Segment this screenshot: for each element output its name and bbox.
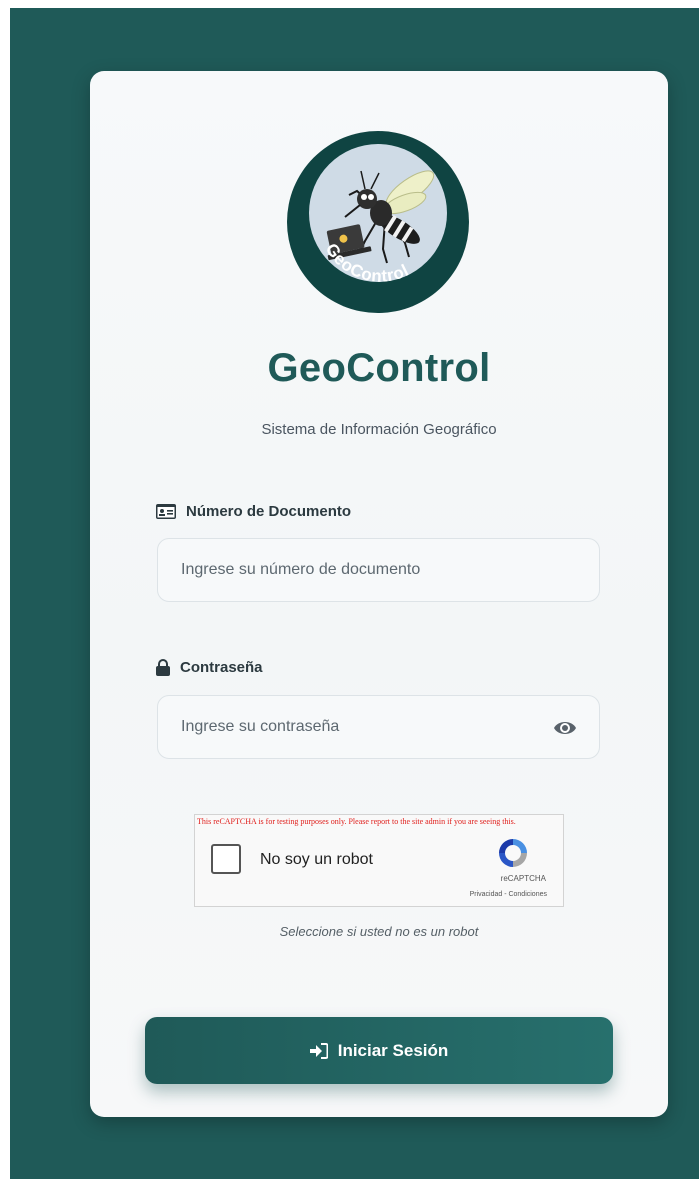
recaptcha-checkbox[interactable] — [211, 844, 241, 874]
login-button[interactable]: Iniciar Sesión — [145, 1017, 613, 1084]
recaptcha-label: No soy un robot — [260, 851, 373, 868]
password-label: Contraseña — [156, 659, 263, 676]
recaptcha-brand: reCAPTCHA — [500, 874, 546, 883]
recaptcha-hint: Seleccione si usted no es un robot — [279, 924, 479, 939]
password-input[interactable] — [158, 696, 599, 758]
recaptcha-links[interactable]: Privacidad - Condiciones — [470, 891, 547, 898]
sign-in-icon — [309, 1042, 328, 1059]
document-label: Número de Documento — [156, 503, 351, 520]
document-field — [157, 538, 600, 602]
app-subtitle: Sistema de Información Geográfico — [261, 421, 497, 438]
recaptcha-test-warning: This reCAPTCHA is for testing purposes o… — [197, 817, 516, 826]
lock-icon — [156, 659, 170, 676]
password-label-text: Contraseña — [180, 659, 263, 676]
document-input[interactable] — [158, 539, 599, 601]
recaptcha-widget: This reCAPTCHA is for testing purposes o… — [194, 814, 564, 907]
eye-icon[interactable] — [553, 718, 577, 738]
geocontrol-logo: GeoControl — [287, 131, 469, 313]
document-label-text: Número de Documento — [186, 503, 352, 520]
recaptcha-logo-icon — [499, 839, 527, 867]
id-card-icon — [156, 504, 176, 519]
login-button-label: Iniciar Sesión — [337, 1040, 449, 1060]
app-title: GeoControl — [267, 346, 491, 390]
password-field — [157, 695, 600, 759]
